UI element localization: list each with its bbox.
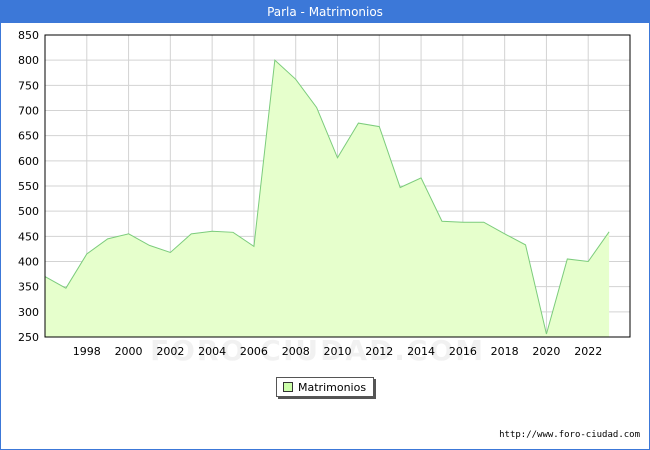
y-tick-label: 700 (18, 105, 39, 118)
legend-swatch (283, 382, 293, 392)
y-tick-label: 650 (18, 130, 39, 143)
x-tick-label: 2018 (491, 345, 519, 358)
y-tick-label: 550 (18, 180, 39, 193)
x-tick-label: 2022 (574, 345, 602, 358)
legend-label: Matrimonios (298, 380, 367, 394)
y-tick-label: 800 (18, 54, 39, 67)
source-url: http://www.foro-ciudad.com (499, 430, 640, 440)
x-tick-label: 2000 (115, 345, 143, 358)
y-tick-label: 250 (18, 331, 39, 344)
watermark: FORO-CIUDAD.COM (150, 334, 486, 367)
legend: Matrimonios (276, 377, 375, 397)
y-tick-label: 300 (18, 306, 39, 319)
y-tick-label: 600 (18, 155, 39, 168)
y-tick-label: 750 (18, 79, 39, 92)
y-tick-label: 450 (18, 230, 39, 243)
y-tick-label: 500 (18, 205, 39, 218)
y-tick-label: 850 (18, 29, 39, 42)
y-tick-label: 400 (18, 256, 39, 269)
y-tick-label: 350 (18, 281, 39, 294)
x-tick-label: 2020 (532, 345, 560, 358)
x-tick-label: 1998 (73, 345, 101, 358)
